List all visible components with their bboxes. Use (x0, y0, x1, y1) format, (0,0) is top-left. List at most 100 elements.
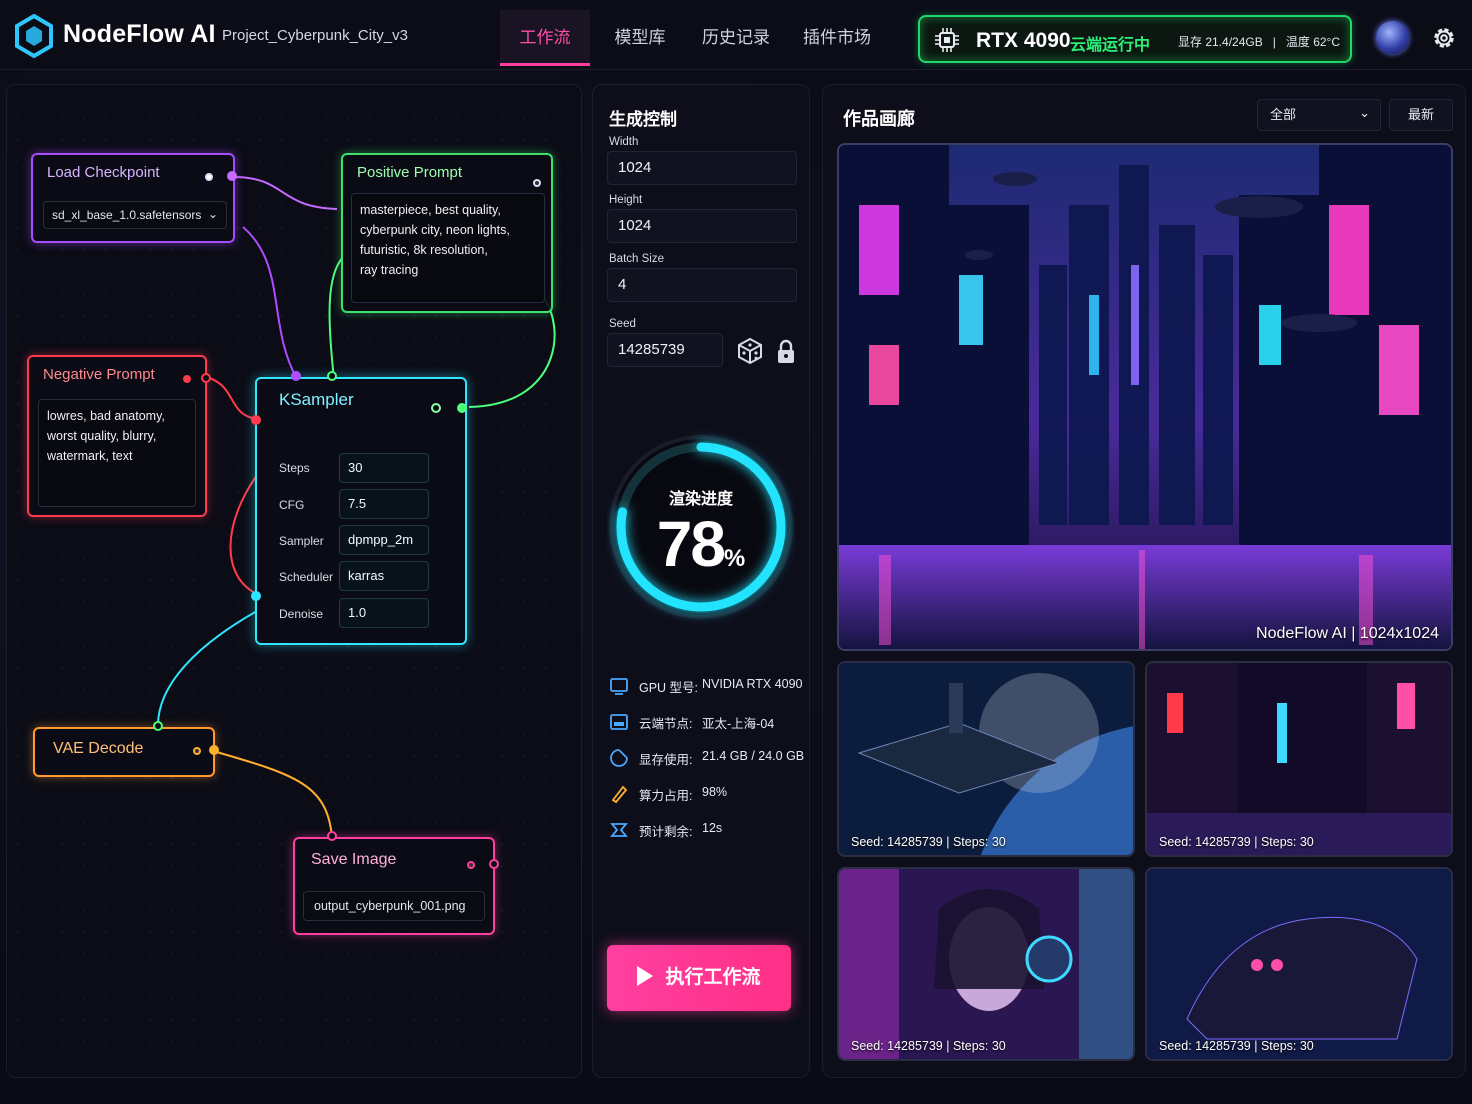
seed-label: Seed (609, 318, 636, 330)
stat-value: NVIDIA RTX 4090 (702, 677, 803, 691)
tab-plugins[interactable]: 插件市场 (790, 10, 884, 66)
chip-icon (935, 28, 959, 52)
node-positive-prompt[interactable]: Positive Prompt masterpiece, best qualit… (341, 153, 553, 313)
negative-input-port[interactable] (251, 415, 261, 425)
checkpoint-select[interactable]: sd_xl_base_1.0.safetensors ⌄ (43, 201, 227, 229)
run-workflow-label: 执行工作流 (665, 967, 761, 988)
latent-output-port[interactable] (457, 403, 467, 413)
image-output-port[interactable] (489, 859, 499, 869)
gallery-panel: 作品画廊 全部 ⌄ 最新 NodeFlow AI | 1024x1024 See… (822, 84, 1466, 1078)
progress-value: 78% (607, 507, 795, 581)
stat-value: 21.4 GB / 24.0 GB (702, 749, 805, 763)
stat-key: 显存使用: (639, 753, 693, 767)
main-image-caption: NodeFlow AI | 1024x1024 (1256, 625, 1439, 642)
steps-label: Steps (279, 461, 310, 475)
prompt-line: futuristic, 8k resolution, (360, 243, 488, 257)
node-load-checkpoint[interactable]: Load Checkpoint sd_xl_base_1.0.safetenso… (31, 153, 237, 243)
cyberpunk-girl-image (839, 869, 1133, 1059)
gpu-run-status: 云端运行中 (1070, 37, 1151, 54)
sort-button[interactable]: 最新 (1389, 99, 1453, 131)
gallery-thumb[interactable]: Seed: 14285739 | Steps: 30 (1145, 661, 1453, 857)
height-input[interactable]: 1024 (607, 209, 797, 243)
panel-title: 生成控制 (609, 110, 677, 129)
progress-unit: % (723, 545, 746, 572)
neon-street-image (1147, 663, 1451, 855)
steps-input[interactable]: 30 (339, 453, 429, 483)
denoise-label: Denoise (279, 607, 324, 621)
avatar[interactable] (1376, 21, 1409, 54)
brand-name: NodeFlow AI (63, 20, 216, 48)
negative-prompt-textarea[interactable]: lowres, bad anatomy, worst quality, blur… (38, 399, 196, 507)
filter-select[interactable]: 全部 ⌄ (1257, 99, 1381, 131)
output-dot[interactable] (533, 179, 541, 187)
node-title: Negative Prompt (43, 366, 155, 383)
height-label: Height (609, 194, 643, 206)
workflow-canvas[interactable]: Load Checkpoint sd_xl_base_1.0.safetenso… (6, 84, 582, 1078)
gear-icon[interactable] (1430, 24, 1458, 52)
latent-output-dot[interactable] (431, 403, 441, 413)
node-title: Save Image (311, 851, 397, 868)
node-ksampler[interactable]: KSampler Steps 30 CFG 7.5 Sampler dpmpp_… (251, 371, 467, 645)
output-dot[interactable] (205, 173, 213, 181)
batch-size-input[interactable]: 4 (607, 268, 797, 302)
sampler-select[interactable]: dpmpp_2m (339, 525, 429, 555)
gallery-main-image[interactable]: NodeFlow AI | 1024x1024 (837, 143, 1453, 651)
cfg-label: CFG (279, 498, 305, 512)
logo-icon (15, 14, 53, 58)
seed-input[interactable]: 14285739 (607, 333, 723, 367)
scheduler-label: Scheduler (279, 570, 334, 584)
output-dot[interactable] (193, 747, 201, 755)
lock-icon[interactable] (775, 339, 797, 365)
prompt-line: masterpiece, best quality, (360, 203, 501, 217)
gpu-name: RTX 4090 (976, 29, 1071, 52)
gallery-thumb[interactable]: Seed: 14285739 | Steps: 30 (837, 661, 1135, 857)
latent-input-port[interactable] (251, 591, 261, 601)
prompt-line: watermark, text (47, 449, 133, 463)
image-output-port[interactable] (209, 745, 219, 755)
latent-input-port[interactable] (153, 721, 163, 731)
conditioning-output-port[interactable] (201, 373, 211, 383)
gpu-status-badge: RTX 4090 云端运行中 显存 21.4/24GB | 温度 62°C (918, 15, 1352, 63)
node-title: KSampler (279, 390, 354, 409)
prompt-line: ray tracing (360, 263, 419, 277)
node-title: Load Checkpoint (47, 164, 160, 181)
filename-input[interactable]: output_cyberpunk_001.png (303, 891, 485, 921)
node-negative-prompt[interactable]: Negative Prompt lowres, bad anatomy, wor… (27, 355, 211, 517)
model-output-port[interactable] (227, 171, 237, 181)
positive-prompt-textarea[interactable]: masterpiece, best quality, cyberpunk cit… (351, 193, 545, 303)
prompt-line: worst quality, blurry, (47, 429, 157, 443)
positive-input-port[interactable] (327, 371, 337, 381)
width-input[interactable]: 1024 (607, 151, 797, 185)
scheduler-select[interactable]: karras (339, 561, 429, 591)
filter-value: 全部 (1270, 107, 1297, 122)
node-vae-decode[interactable]: VAE Decode (33, 721, 219, 777)
gallery-thumb[interactable]: Seed: 14285739 | Steps: 30 (1145, 867, 1453, 1061)
memory-icon (610, 749, 628, 767)
monitor-icon (610, 678, 628, 695)
bolt-icon (611, 785, 628, 804)
spaceship-image (839, 663, 1133, 855)
model-input-port[interactable] (291, 371, 301, 381)
node-save-image[interactable]: Save Image output_cyberpunk_001.png (293, 831, 499, 935)
gallery-thumb[interactable]: Seed: 14285739 | Steps: 30 (837, 867, 1135, 1061)
gpu-temp: 温度 62°C (1285, 35, 1341, 49)
stat-value: 亚太-上海-04 (702, 717, 775, 731)
prompt-line: cyberpunk city, neon lights, (360, 223, 510, 237)
generation-control-panel: 生成控制 Width 1024 Height 1024 Batch Size 4… (592, 84, 810, 1078)
width-label: Width (609, 136, 639, 148)
cfg-input[interactable]: 7.5 (339, 489, 429, 519)
denoise-input[interactable]: 1.0 (339, 598, 429, 628)
output-dot[interactable] (467, 861, 475, 869)
run-workflow-button[interactable]: 执行工作流 (607, 945, 791, 1011)
output-dot[interactable] (183, 375, 191, 383)
tab-history[interactable]: 历史记录 (690, 10, 782, 66)
dice-icon[interactable] (737, 337, 763, 365)
tab-models[interactable]: 模型库 (598, 10, 682, 66)
tab-workflow[interactable]: 工作流 (500, 10, 590, 66)
project-name[interactable]: Project_Cyberpunk_City_v3 (222, 27, 408, 44)
thumb-caption: Seed: 14285739 | Steps: 30 (1159, 1039, 1314, 1053)
image-input-port[interactable] (327, 831, 337, 841)
stat-key: 云端节点: (639, 717, 693, 731)
stat-key: 算力占用: (639, 789, 693, 803)
progress-label: 渲染进度 (668, 491, 733, 508)
